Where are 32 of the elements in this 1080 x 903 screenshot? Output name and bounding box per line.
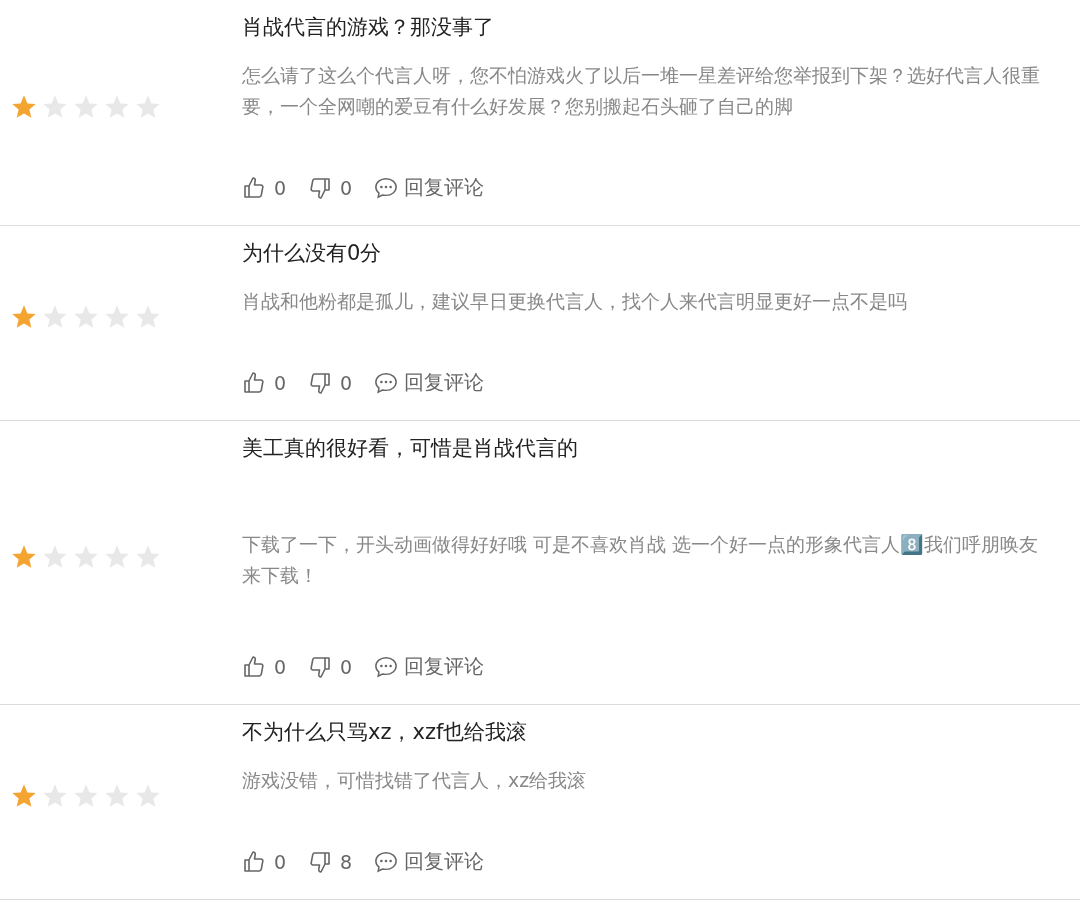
reply-button[interactable]: 回复评论 <box>374 369 485 396</box>
review-title: 不为什么只骂xz，xzf也给我滚 <box>242 719 529 746</box>
dislike-count: 0 <box>340 655 353 678</box>
like-count: 0 <box>274 850 287 873</box>
thumbs-down-icon[interactable] <box>308 370 333 395</box>
like-count: 0 <box>274 655 287 678</box>
review-title: 肖战代言的游戏？那没事了 <box>242 14 495 41</box>
reply-button[interactable]: 回复评论 <box>374 848 485 875</box>
reply-button[interactable]: 回复评论 <box>374 653 485 680</box>
review-title: 美工真的很好看，可惜是肖战代言的 <box>242 435 579 462</box>
review-text: 下载了一下，开头动画做得好好哦 可是不喜欢肖战 选一个好一点的形象代言人8⃣我们呼朋唤友来下载！ <box>242 532 1040 588</box>
thumbs-down-icon[interactable] <box>308 849 333 874</box>
thumbs-up-icon[interactable] <box>242 849 266 874</box>
thumbs-up-icon[interactable] <box>242 654 266 679</box>
comment-icon <box>374 175 399 200</box>
thumbs-up-icon[interactable] <box>242 370 266 395</box>
review-text: 肖战和他粉都是孤儿，建议早日更换代言人，找个人来代言明显更好一点不是吗 <box>242 289 908 314</box>
reply-button[interactable]: 回复评论 <box>374 174 485 201</box>
comment-icon <box>374 370 399 395</box>
review-title: 为什么没有0分 <box>242 240 383 267</box>
thumbs-up-icon[interactable] <box>242 175 266 200</box>
comment-icon <box>374 654 399 679</box>
review-text: 游戏没错，可惜找错了代言人，xz给我滚 <box>242 768 588 793</box>
like-count: 0 <box>274 176 287 199</box>
dislike-count: 0 <box>340 371 353 394</box>
thumbs-down-icon[interactable] <box>308 175 333 200</box>
dislike-count: 0 <box>340 176 353 199</box>
review-text: 怎么请了这么个代言人呀，您不怕游戏火了以后一堆一星差评给您举报到下架？选好代言人很重要，一个全网嘲的爱豆有什么好发展？您别搬起石头砸了自己的脚 <box>242 63 1041 119</box>
dislike-count: 8 <box>340 850 353 873</box>
thumbs-down-icon[interactable] <box>308 654 333 679</box>
like-count: 0 <box>274 371 287 394</box>
comment-icon <box>374 849 399 874</box>
